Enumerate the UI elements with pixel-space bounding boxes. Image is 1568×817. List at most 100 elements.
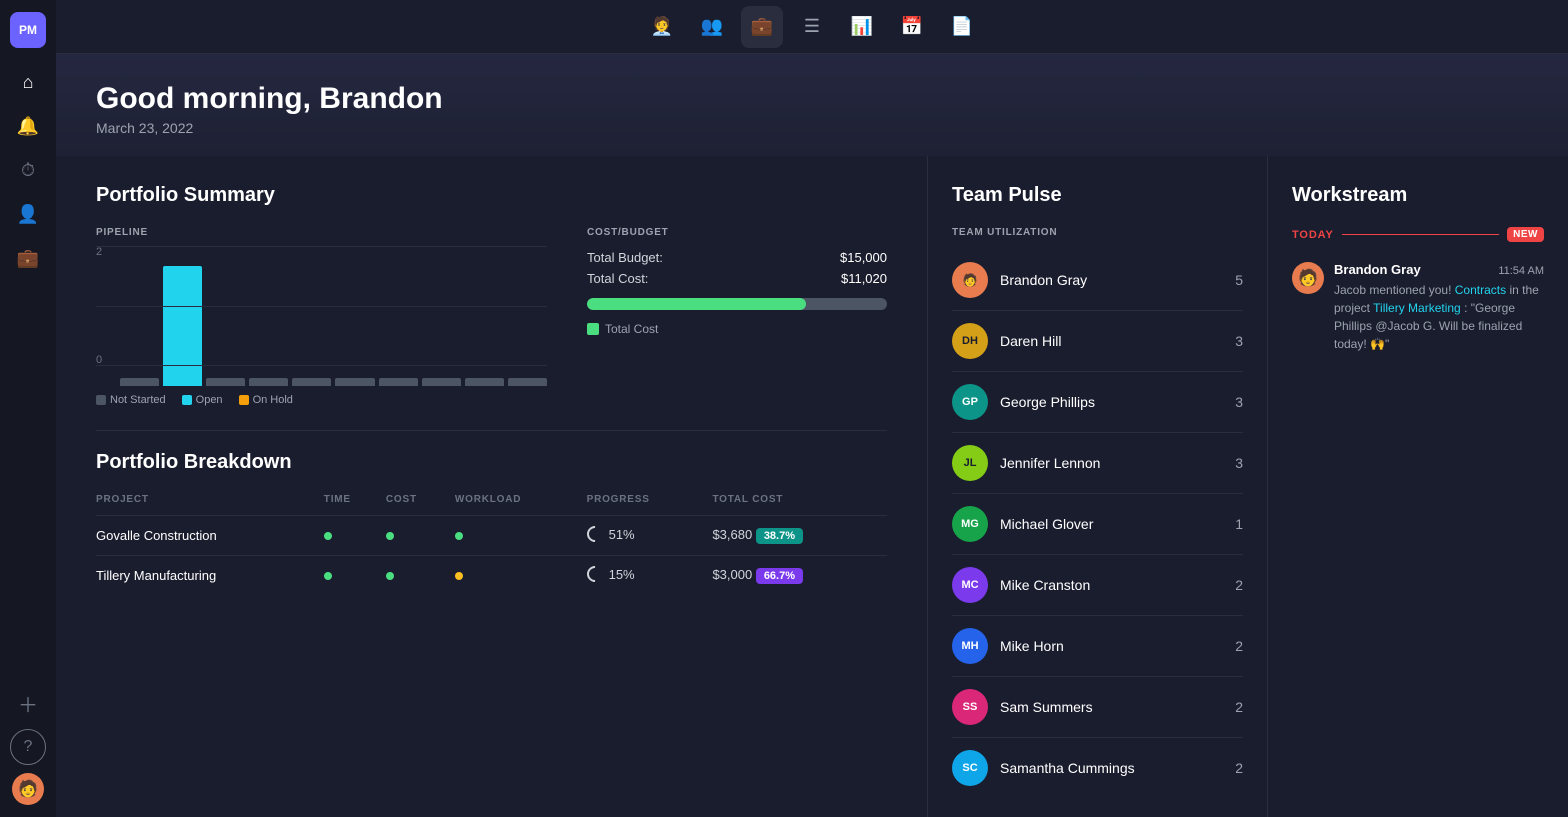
team-pulse-title: Team Pulse xyxy=(952,184,1243,207)
portfolio-summary: PIPELINE 2 0 xyxy=(96,227,887,406)
bar-item xyxy=(335,378,374,386)
time-indicator xyxy=(324,556,386,596)
member-count: 1 xyxy=(1235,516,1243,532)
legend-dot-orange xyxy=(239,395,249,405)
table-row: Govalle Construction 51% $3,680 38.7% xyxy=(96,516,887,556)
team-member-row: 🧑 Brandon Gray 5 xyxy=(952,250,1243,311)
workstream-panel: Workstream TODAY NEW 🧑 Brandon Gray 11:5… xyxy=(1268,156,1568,817)
left-panel: Portfolio Summary PIPELINE 2 xyxy=(56,156,928,817)
progress-indicator: 15% xyxy=(587,556,713,596)
legend-dot-gray xyxy=(96,395,106,405)
member-avatar: GP xyxy=(952,384,988,420)
user-avatar[interactable]: 🧑 xyxy=(12,773,44,805)
progress-badge: 38.7% xyxy=(756,528,803,544)
col-project: PROJECT xyxy=(96,494,324,516)
portfolio-breakdown-title: Portfolio Breakdown xyxy=(96,451,887,474)
member-count: 2 xyxy=(1235,760,1243,776)
dot-yellow xyxy=(455,572,463,580)
calendar-icon[interactable]: 📅 xyxy=(891,6,933,48)
progress-bar-fill xyxy=(587,298,806,310)
member-avatar: MG xyxy=(952,506,988,542)
today-line xyxy=(1342,234,1499,235)
person-add-icon[interactable]: 🧑‍💼 xyxy=(641,6,683,48)
total-cost-value: $11,020 xyxy=(841,271,887,286)
grid-line xyxy=(96,365,547,366)
team-member-row: MG Michael Glover 1 xyxy=(952,494,1243,555)
team-pulse-panel: Team Pulse TEAM UTILIZATION 🧑 Brandon Gr… xyxy=(928,156,1268,817)
date: March 23, 2022 xyxy=(96,120,1528,136)
team-member-row: JL Jennifer Lennon 3 xyxy=(952,433,1243,494)
member-name: Samantha Cummings xyxy=(1000,760,1223,776)
progress-bar-container xyxy=(587,298,887,310)
member-name: Jennifer Lennon xyxy=(1000,455,1223,471)
add-button[interactable]: ＋ xyxy=(10,685,46,721)
member-count: 3 xyxy=(1235,394,1243,410)
ws-message-text: Jacob mentioned you! Contracts in the pr… xyxy=(1334,281,1544,353)
ws-header-row: Brandon Gray 11:54 AM xyxy=(1334,262,1544,277)
workstream-item: 🧑 Brandon Gray 11:54 AM Jacob mentioned … xyxy=(1292,262,1544,353)
team-member-row: MH Mike Horn 2 xyxy=(952,616,1243,677)
member-count: 2 xyxy=(1235,699,1243,715)
ws-link-contracts[interactable]: Contracts xyxy=(1455,283,1506,297)
y-label-2: 2 xyxy=(96,246,102,258)
workstream-header: TODAY NEW xyxy=(1292,227,1544,242)
sidebar: PM ⌂ 🔔 ⏱ 👤 💼 ＋ ? 🧑 xyxy=(0,0,56,817)
team-member-row: SS Sam Summers 2 xyxy=(952,677,1243,738)
member-name: Michael Glover xyxy=(1000,516,1223,532)
briefcase-icon[interactable]: 💼 xyxy=(741,6,783,48)
table-row: Tillery Manufacturing 15% $3,000 66.7% xyxy=(96,556,887,596)
greeting: Good morning, Brandon xyxy=(96,82,1528,116)
ws-link-tillery[interactable]: Tillery Marketing xyxy=(1373,301,1461,315)
bell-icon[interactable]: 🔔 xyxy=(10,108,46,144)
chart-icon[interactable]: 📊 xyxy=(841,6,883,48)
legend-label: On Hold xyxy=(253,394,293,406)
list-icon[interactable]: ☰ xyxy=(791,6,833,48)
help-button[interactable]: ? xyxy=(10,729,46,765)
half-circle-icon xyxy=(583,523,606,546)
grid-line xyxy=(96,306,547,307)
member-name: Sam Summers xyxy=(1000,699,1223,715)
chart-legend: Not Started Open On Hold xyxy=(96,394,547,406)
total-cost-row: Total Cost: $11,020 xyxy=(587,271,887,286)
clock-icon[interactable]: ⏱ xyxy=(10,152,46,188)
content-area: Portfolio Summary PIPELINE 2 xyxy=(56,156,1568,817)
breakdown-table: PROJECT TIME COST WORKLOAD PROGRESS TOTA… xyxy=(96,494,887,595)
document-icon[interactable]: 📄 xyxy=(941,6,983,48)
team-member-row: DH Daren Hill 3 xyxy=(952,311,1243,372)
dot-green xyxy=(455,532,463,540)
dot-green xyxy=(324,532,332,540)
app-logo[interactable]: PM xyxy=(10,12,46,48)
total-cost-cell: $3,680 38.7% xyxy=(712,516,887,556)
total-budget-label: Total Budget: xyxy=(587,250,663,265)
hero-section: Good morning, Brandon March 23, 2022 xyxy=(56,54,1568,156)
total-cost-legend: Total Cost xyxy=(587,322,887,336)
total-cost-cell: $3,000 66.7% xyxy=(712,556,887,596)
home-icon[interactable]: ⌂ xyxy=(10,64,46,100)
ws-author-name: Brandon Gray xyxy=(1334,262,1421,277)
person-icon[interactable]: 👤 xyxy=(10,196,46,232)
member-name: Mike Horn xyxy=(1000,638,1223,654)
dot-green xyxy=(386,572,394,580)
half-circle-icon xyxy=(583,563,606,586)
cost-budget-section: COST/BUDGET Total Budget: $15,000 Total … xyxy=(587,227,887,336)
cost-indicator xyxy=(386,516,455,556)
total-cost-legend-label: Total Cost xyxy=(605,322,658,336)
member-avatar: 🧑 xyxy=(952,262,988,298)
bar-item xyxy=(292,378,331,386)
member-avatar: MC xyxy=(952,567,988,603)
ws-avatar: 🧑 xyxy=(1292,262,1324,294)
workload-indicator xyxy=(455,516,587,556)
bar-item xyxy=(508,378,547,386)
section-divider xyxy=(96,430,887,431)
project-name: Govalle Construction xyxy=(96,516,324,556)
progress-indicator: 51% xyxy=(587,516,713,556)
briefcase-sidebar-icon[interactable]: 💼 xyxy=(10,240,46,276)
today-label: TODAY xyxy=(1292,229,1334,241)
people-icon[interactable]: 👥 xyxy=(691,6,733,48)
bar-item xyxy=(120,378,159,386)
col-progress: PROGRESS xyxy=(587,494,713,516)
total-budget-row: Total Budget: $15,000 xyxy=(587,250,887,265)
total-cost-dot xyxy=(587,323,599,335)
member-avatar: DH xyxy=(952,323,988,359)
bar-item xyxy=(465,378,504,386)
